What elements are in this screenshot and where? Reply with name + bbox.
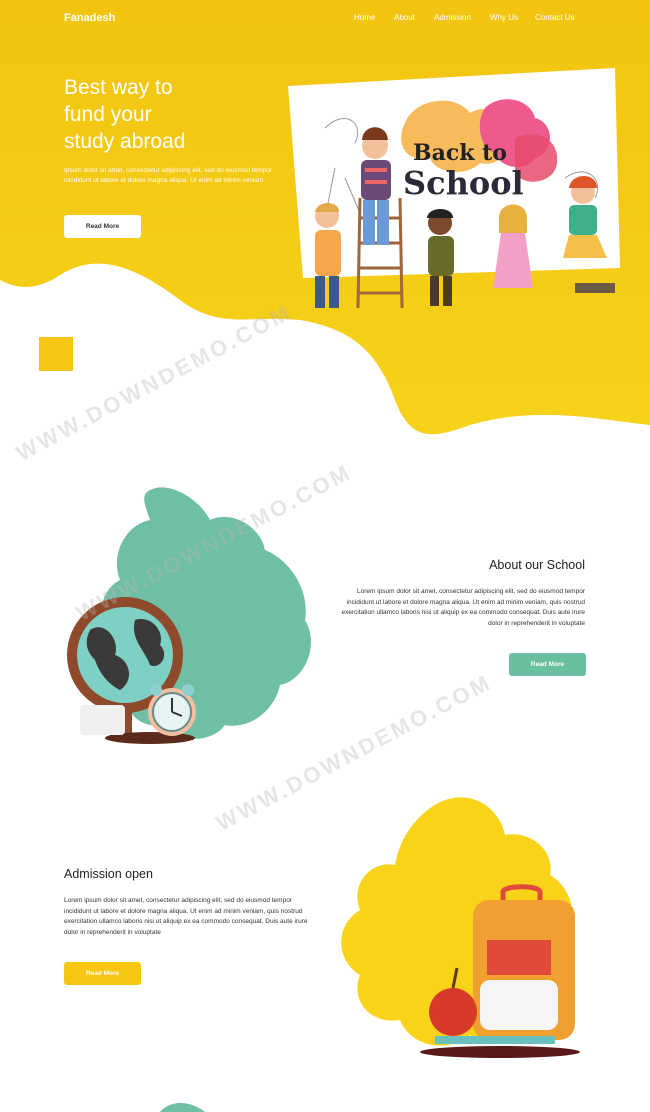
admission-illustration — [341, 797, 580, 1058]
hero-title-line-2: fund your — [64, 103, 152, 126]
hero-title-line-1: Best way to — [64, 76, 173, 99]
hero-read-more-button[interactable]: Read More — [64, 215, 141, 238]
admission-description: Lorem ipsum dolor sit amet, consectetur … — [64, 897, 308, 936]
admission-read-more-button[interactable]: Read More — [64, 962, 141, 985]
about-title: About our School — [489, 558, 585, 572]
hero-description: Ipsum dolor sit amet, consectetur adipis… — [64, 167, 273, 184]
illustration-back-to-text: Back to — [413, 140, 507, 166]
hero-title-line-3: study abroad — [64, 130, 186, 153]
nav-why-us[interactable]: Why Us — [490, 13, 518, 22]
back-to-school-illustration: Back to School — [288, 68, 620, 309]
nav-home[interactable]: Home — [354, 13, 375, 22]
hero-title: Best way to fund your study abroad — [64, 74, 264, 155]
nav-admission[interactable]: Admission — [434, 13, 471, 22]
next-section-shape — [160, 1103, 205, 1112]
decorative-yellow-square — [39, 337, 73, 371]
nav-about[interactable]: About — [394, 13, 415, 22]
about-read-more-button[interactable]: Read More — [509, 653, 586, 676]
illustration-school-text: School — [403, 164, 524, 202]
nav-contact-us[interactable]: Contact Us — [535, 13, 575, 22]
about-description: Lorem ipsum dolor sit amet, consectetur … — [341, 588, 585, 627]
brand-logo[interactable]: Fanadesh — [64, 12, 115, 24]
admission-title: Admission open — [64, 867, 153, 881]
